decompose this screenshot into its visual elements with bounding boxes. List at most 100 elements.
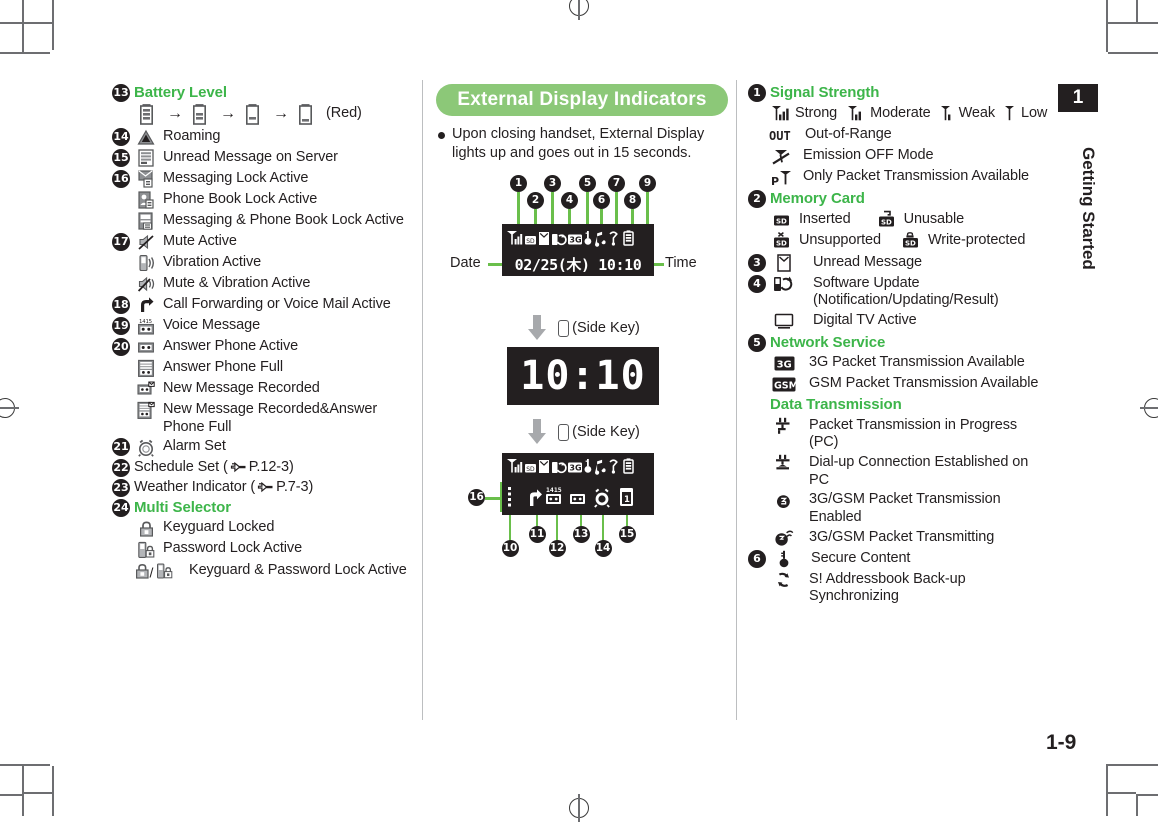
list-item-label: Messaging & Phone Book Lock Active — [163, 211, 404, 228]
leader-line — [556, 515, 559, 542]
packet-only-icon: P — [770, 168, 794, 188]
leader-line — [586, 192, 589, 225]
svg-text:/: / — [150, 564, 154, 580]
signal-moderate-label: Moderate — [870, 104, 931, 121]
battery-progression-row: → → → (Red) — [134, 104, 412, 125]
callout-number: 6 — [748, 549, 766, 568]
list-item: 20 Answer Phone Active — [112, 337, 412, 357]
callout-1: 1 — [510, 175, 527, 193]
weather-indicator-ref[interactable]: P.7-3 — [276, 479, 308, 497]
list-item-label: Vibration Active — [163, 253, 262, 270]
new-message-recorded-full-icon — [134, 401, 158, 420]
leader-line — [568, 209, 571, 225]
arrow-right-icon: → — [167, 105, 183, 123]
list-item-label: Unread Message — [813, 253, 923, 270]
external-display-heading: External Display Indicators — [436, 84, 728, 116]
section-heading: Signal Strength — [770, 84, 880, 101]
leader-line — [631, 209, 634, 225]
callout-number: 23 — [112, 479, 130, 498]
sub-section-heading: Data Transmission — [770, 396, 902, 414]
callout-3: 3 — [544, 175, 561, 193]
software-update-icon — [770, 275, 798, 294]
schedule-set-ref[interactable]: P.12-3 — [249, 459, 289, 477]
page-number: 1-9 — [1046, 731, 1077, 754]
callout-number: 14 — [112, 127, 130, 146]
list-item-label: Mute & Vibration Active — [163, 274, 311, 291]
list-item-label: Only Packet Transmission Available — [803, 168, 1030, 185]
side-key-icon — [558, 423, 570, 441]
list-item-label: Alarm Set — [163, 438, 226, 455]
list-item: 5 Network Service — [748, 333, 1048, 352]
callout-number: 13 — [112, 84, 130, 102]
side-key-note-1: (Side Key) — [558, 319, 640, 337]
svg-text:SD: SD — [905, 240, 916, 248]
crop-mark-top-left — [0, 0, 80, 80]
callout-2: 2 — [527, 192, 544, 210]
callout-4: 4 — [561, 192, 578, 210]
out-of-range-icon: OUT — [769, 126, 794, 145]
callout-13: 13 — [572, 526, 590, 544]
mute-icon — [134, 233, 158, 252]
status-icon-strip-second-row: 1415 1 — [508, 486, 633, 508]
sd-unsupported-label: Unsupported — [799, 232, 881, 249]
list-item: 6 Secure Content — [748, 549, 1048, 569]
list-item-label: Answer Phone Active — [163, 337, 299, 354]
leader-line — [509, 515, 512, 542]
callout-16: 16 — [468, 489, 485, 507]
callout-number: 20 — [112, 337, 130, 356]
list-item-label: Answer Phone Full — [163, 358, 283, 375]
crop-mark-bottom-right — [1078, 736, 1158, 816]
column-divider-left — [422, 80, 423, 720]
leader-line — [602, 515, 605, 542]
status-icon-strip: SD 3G — [507, 230, 634, 247]
vibration-icon — [134, 254, 158, 273]
list-item-label: S! Addressbook Back-up Synchronizing — [809, 570, 966, 605]
svg-text:3G: 3G — [776, 360, 791, 371]
left-column: 13 Battery Level → → → (Red) 14 Roaming … — [112, 84, 412, 582]
sd-inserted-label: Inserted — [799, 211, 851, 228]
battery-red-label: (Red) — [326, 105, 362, 122]
list-item: Data Transmission — [770, 396, 1048, 414]
callout-7: 7 — [608, 175, 625, 193]
section-heading: Multi Selector — [134, 499, 231, 517]
list-item-label: Packet Transmission in Progress (PC) — [809, 416, 1018, 451]
step-arrow-2: (Side Key) — [436, 419, 730, 445]
packet-in-progress-pc-icon — [770, 417, 798, 436]
call-forwarding-icon — [134, 296, 158, 315]
list-item: Vibration Active — [134, 254, 412, 273]
list-item-label: Call Forwarding or Voice Mail Active — [163, 295, 391, 312]
list-item: Digital TV Active — [770, 312, 1048, 331]
callout-15: 15 — [618, 526, 636, 544]
svg-text:1: 1 — [624, 495, 630, 505]
list-item: P Only Packet Transmission Available — [770, 168, 1048, 188]
3g-packet-icon: 3G — [770, 354, 798, 373]
list-item-label: Mute Active — [163, 232, 237, 249]
sd-inserted-icon: SD — [770, 211, 794, 230]
callout-10: 10 — [501, 540, 519, 558]
new-message-recorded-icon — [134, 380, 158, 399]
messaging-phonebook-lock-icon — [134, 212, 158, 231]
unread-message-icon — [770, 254, 798, 273]
bullet-note-text: Upon closing handset, External Display l… — [452, 126, 705, 162]
section-heading: Network Service — [770, 333, 886, 351]
list-item-label: Voice Message — [163, 316, 261, 333]
callout-number: 17 — [112, 232, 130, 251]
chapter-tab-title: Getting Started — [1079, 146, 1098, 270]
crop-mark-top-right — [1078, 0, 1158, 80]
digital-tv-icon — [770, 312, 798, 331]
schedule-set-suffix: ) — [288, 459, 294, 476]
gsm-packet-icon: GSM — [770, 375, 798, 394]
svg-text:SD: SD — [526, 466, 535, 473]
weather-indicator-suffix: ) — [308, 479, 314, 496]
arrow-right-icon: → — [273, 105, 289, 123]
time-label: Time — [665, 255, 697, 272]
signal-weak-icon — [939, 104, 954, 123]
registration-mark-right — [1140, 394, 1158, 422]
keyguard-password-lock-icon: / — [134, 561, 178, 580]
list-item-label: Secure Content — [811, 549, 911, 566]
callout-number: 2 — [748, 190, 766, 209]
packet-enabled-icon — [770, 491, 798, 510]
list-item-label: New Message Recorded&Answer Phone Full — [163, 400, 378, 435]
date-label: Date — [450, 255, 481, 272]
list-item: 3G/GSM Packet Transmitting — [770, 529, 1048, 548]
